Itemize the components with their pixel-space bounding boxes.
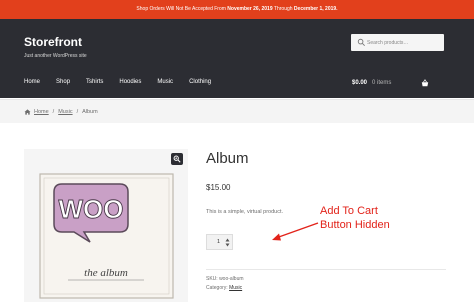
primary-nav: Home Shop Tshirts Hoodies Music Clothing (24, 79, 227, 85)
cart-total: $0.00 (352, 80, 368, 86)
breadcrumb-category[interactable]: Music (58, 109, 72, 115)
breadcrumb-current: Album (82, 108, 98, 115)
header-cart[interactable]: $0.00 0 items (352, 79, 429, 87)
category-label: Category: (206, 285, 228, 291)
cart-count: 0 items (372, 80, 392, 86)
category-link[interactable]: Music (229, 285, 242, 291)
site-tagline: Just another WordPress site (24, 53, 87, 59)
product-title: Album (206, 150, 249, 167)
product-search[interactable] (351, 34, 444, 51)
product-sku: SKU: woo-album (206, 276, 244, 282)
product-short-description: This is a simple, virtual product. (206, 209, 284, 215)
magnifier-icon (173, 155, 181, 163)
search-icon (357, 38, 365, 46)
album-caption: the album (84, 267, 128, 279)
album-logo-text: WOO (59, 194, 124, 224)
nav-item-clothing[interactable]: Clothing (189, 79, 211, 85)
store-notice-banner: Shop Orders Will Not Be Accepted From No… (0, 0, 474, 19)
site-header: Storefront Just another WordPress site H… (0, 19, 474, 98)
notice-prefix: Shop Orders Will Not Be Accepted From (136, 6, 228, 12)
gallery-zoom-button[interactable] (171, 153, 183, 165)
product-gallery[interactable]: WOO the album (24, 149, 188, 302)
sku-label: SKU: (206, 276, 218, 282)
nav-item-music[interactable]: Music (157, 79, 173, 85)
product-price: $15.00 (206, 183, 231, 192)
notice-to-date: December 1, 2019. (293, 6, 338, 12)
quantity-stepper-icon[interactable] (225, 238, 230, 247)
product-category: Category: Music (206, 285, 242, 291)
home-icon (24, 108, 31, 115)
nav-item-home[interactable]: Home (24, 79, 40, 85)
annotation-arrow (272, 222, 319, 241)
product-meta-divider (206, 269, 446, 270)
sku-value: woo-album (219, 276, 244, 282)
quantity-value: 1 (217, 239, 221, 245)
breadcrumb-separator: / (76, 108, 79, 115)
basket-icon (422, 79, 429, 87)
quantity-input[interactable]: 1 (206, 234, 233, 250)
nav-item-shop[interactable]: Shop (56, 79, 70, 85)
notice-middle: Through (272, 6, 294, 12)
annotation-line-2: Button Hidden (320, 219, 390, 231)
breadcrumb-separator: / (52, 108, 55, 115)
album-cover-image: WOO the album (39, 173, 174, 299)
annotation-line-1: Add To Cart (320, 205, 378, 217)
search-input[interactable] (367, 34, 441, 51)
notice-from-date: November 26, 2019 (227, 6, 273, 12)
nav-item-hoodies[interactable]: Hoodies (119, 79, 141, 85)
breadcrumb: Home / Music / Album (0, 99, 474, 123)
site-title[interactable]: Storefront (24, 35, 82, 49)
nav-item-tshirts[interactable]: Tshirts (86, 79, 103, 85)
annotation-callout: Add To Cart Button Hidden (320, 204, 390, 232)
breadcrumb-home[interactable]: Home (34, 109, 49, 115)
